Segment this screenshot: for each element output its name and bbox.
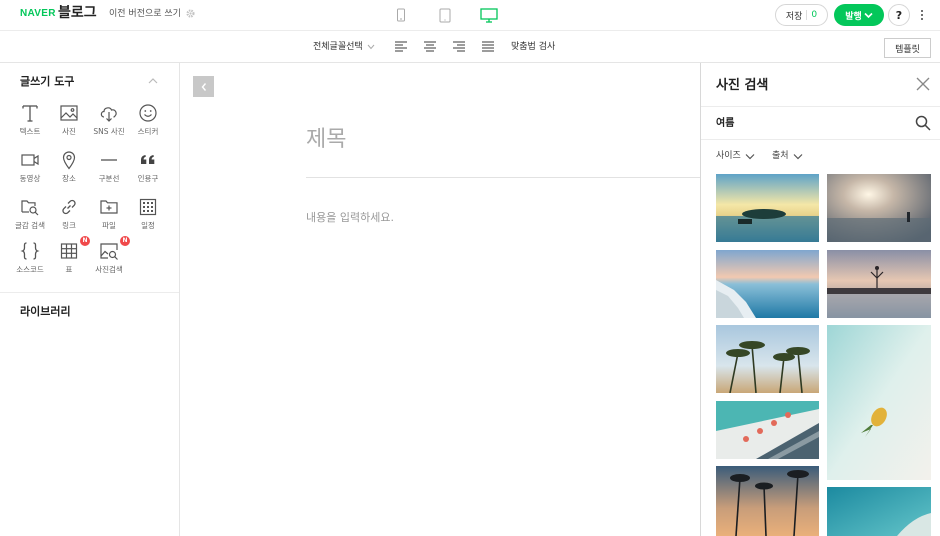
tool-source-code[interactable]: 소스코드 [10, 241, 50, 285]
photo-search-input[interactable]: 여름 [716, 117, 734, 131]
chevron-left-icon [201, 82, 206, 91]
tool-label: 일정 [141, 221, 155, 230]
panel-divider [0, 292, 179, 293]
more-menu-icon[interactable] [916, 6, 928, 24]
legacy-editor-link[interactable]: 이전 버전으로 쓰기 [109, 8, 181, 20]
format-toolbar: 전체글꼴선택 맞춤법 검사 템플릿 [0, 31, 940, 63]
photo-aerial-beach[interactable] [716, 401, 819, 459]
writing-tools-panel: 글쓰기 도구 텍스트 사진 SNS 사진 스티커 동영상 장소 구분선 인용구 … [0, 63, 180, 536]
tool-label: 인용구 [137, 174, 159, 183]
tool-label: 스티커 [137, 127, 159, 136]
tool-sns-photo[interactable]: SNS 사진 [89, 103, 129, 147]
tool-photo[interactable]: 사진 [49, 103, 89, 147]
quote-icon [141, 155, 155, 164]
schedule-icon [139, 198, 157, 216]
blog-logo[interactable]: 블로그 [58, 3, 97, 23]
chevron-down-icon [367, 44, 375, 50]
table-icon [60, 243, 78, 259]
align-left-icon[interactable] [395, 41, 407, 52]
font-select[interactable]: 전체글꼴선택 [313, 41, 375, 53]
save-label: 저장 [785, 11, 803, 22]
template-button[interactable]: 템플릿 [884, 38, 931, 58]
text-icon [22, 105, 38, 122]
video-icon [21, 154, 39, 166]
body-input[interactable]: 내용을 입력하세요. [306, 210, 394, 226]
help-button[interactable]: ? [888, 4, 910, 26]
tool-material-search[interactable]: 글감 검색 [10, 197, 50, 241]
chevron-down-icon [793, 153, 802, 159]
photo-palm-trees[interactable] [716, 325, 819, 393]
place-icon [62, 151, 76, 170]
photo-search-icon [100, 243, 118, 260]
photo-aerial-sea[interactable] [827, 487, 931, 536]
mobile-view-icon[interactable] [391, 7, 411, 23]
font-select-label: 전체글꼴선택 [313, 42, 363, 52]
title-separator [306, 177, 700, 178]
size-filter[interactable]: 사이즈 [716, 150, 755, 162]
link-icon [62, 199, 76, 215]
tool-label: 사진검색 [95, 265, 123, 274]
tool-file[interactable]: 파일 [89, 197, 129, 241]
editor-canvas: 제목 내용을 입력하세요. [181, 63, 700, 536]
file-icon [100, 200, 118, 214]
photo-search-title: 사진 검색 [716, 78, 769, 93]
source-filter[interactable]: 출처 [772, 150, 803, 162]
photo-icon [60, 105, 78, 121]
code-icon [20, 242, 40, 260]
photo-pier-person[interactable] [827, 250, 931, 318]
align-center-icon[interactable] [424, 41, 436, 52]
title-input[interactable]: 제목 [306, 125, 346, 155]
photo-rocky-coast[interactable] [716, 250, 819, 318]
tool-text[interactable]: 텍스트 [10, 103, 50, 147]
chevron-up-icon[interactable] [147, 75, 159, 87]
sns-photo-icon [100, 107, 117, 122]
align-justify-icon[interactable] [482, 41, 494, 52]
photo-island-sunset[interactable] [716, 174, 819, 242]
desktop-view-icon[interactable] [479, 7, 499, 23]
panel-divider [701, 106, 940, 107]
tool-photo-search[interactable]: N 사진검색 [89, 236, 130, 285]
save-button[interactable]: 저장 0 [775, 4, 828, 26]
library-title[interactable]: 라이브러리 [20, 305, 71, 319]
new-badge: N [120, 236, 130, 246]
panel-divider [701, 139, 940, 140]
save-separator [806, 10, 808, 20]
chevron-down-icon [745, 153, 755, 159]
chevron-down-icon [864, 12, 873, 18]
photo-palm-silhouette[interactable] [716, 466, 819, 536]
save-count: 0 [811, 10, 818, 20]
divider-icon [101, 159, 117, 161]
tool-schedule[interactable]: 일정 [128, 197, 168, 241]
tool-video[interactable]: 동영상 [10, 150, 50, 194]
publish-button[interactable]: 발행 [834, 4, 884, 26]
tool-table[interactable]: N 표 [49, 236, 90, 285]
close-icon[interactable] [916, 77, 930, 91]
top-bar: NAVER 블로그 이전 버전으로 쓰기 저장 0 발행 ? [0, 0, 940, 31]
tool-place[interactable]: 장소 [49, 150, 89, 194]
tool-divider[interactable]: 구분선 [89, 150, 129, 194]
align-right-icon[interactable] [453, 41, 465, 52]
search-icon[interactable] [915, 115, 931, 131]
panel-title: 글쓰기 도구 [20, 75, 75, 88]
tool-link[interactable]: 링크 [49, 197, 89, 241]
photo-beach-sun[interactable] [827, 174, 931, 242]
spellcheck-button[interactable]: 맞춤법 검사 [511, 41, 555, 53]
photo-pineapple-sand[interactable] [827, 325, 931, 480]
collapse-panel-button[interactable] [193, 76, 214, 97]
photo-search-panel: 사진 검색 여름 사이즈 출처 [700, 63, 940, 536]
tablet-view-icon[interactable] [435, 7, 455, 23]
material-search-icon [21, 200, 39, 216]
source-filter-label: 출처 [772, 151, 789, 161]
publish-label: 발행 [845, 11, 862, 22]
settings-icon[interactable] [185, 8, 196, 19]
tool-sticker[interactable]: 스티커 [128, 103, 168, 147]
sticker-icon [139, 104, 157, 122]
naver-logo[interactable]: NAVER [20, 6, 56, 22]
tool-quote[interactable]: 인용구 [128, 150, 168, 194]
size-filter-label: 사이즈 [716, 151, 741, 161]
